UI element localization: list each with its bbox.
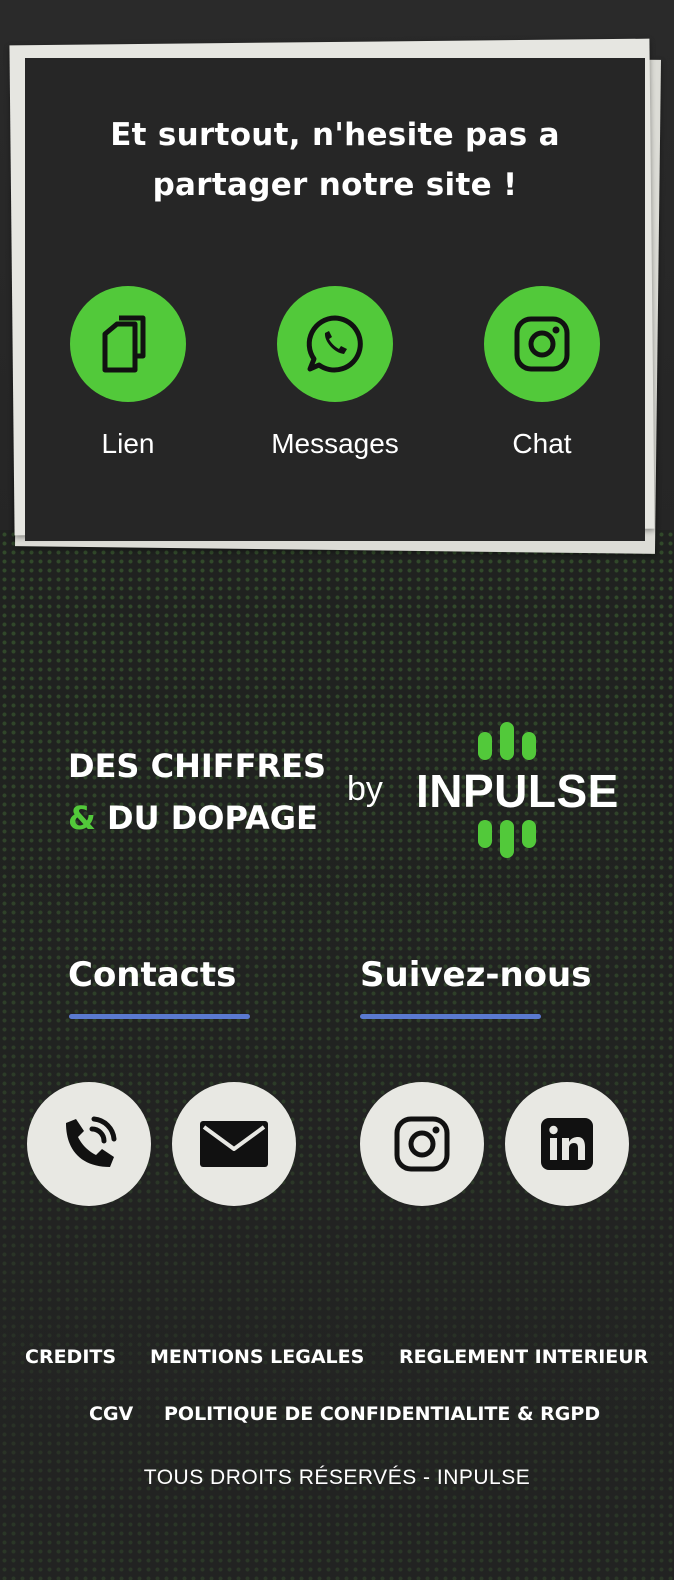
footer-link-cgv[interactable]: CGV [89, 1403, 133, 1425]
share-link-circle[interactable] [70, 286, 186, 402]
brand-line2: DU DOPAGE [107, 799, 318, 837]
copy-link-icon [102, 315, 146, 373]
share-link-button[interactable]: Lien [53, 286, 203, 460]
instagram-icon [514, 316, 570, 372]
share-chat-circle[interactable] [484, 286, 600, 402]
share-messages-circle[interactable] [277, 286, 393, 402]
follow-title: Suivez-nous [360, 955, 592, 995]
contacts-underline [69, 1014, 250, 1019]
logo-bar [478, 732, 492, 760]
footer-link-politique-confidentialite[interactable]: POLITIQUE DE CONFIDENTIALITE & RGPD [164, 1403, 600, 1425]
instagram-follow-button[interactable] [360, 1082, 484, 1206]
linkedin-icon [541, 1118, 593, 1170]
whatsapp-icon [306, 315, 363, 373]
instagram-icon [394, 1116, 450, 1172]
logo-bar [522, 732, 536, 760]
mail-icon [200, 1121, 268, 1167]
phone-icon [66, 1116, 117, 1167]
logo-bar [500, 820, 514, 858]
share-title-line2: partager notre site ! [152, 167, 518, 203]
brand-by: by [347, 770, 383, 808]
logo-bar [522, 820, 536, 848]
brand-ampersand: & [68, 799, 96, 837]
inpulse-logo[interactable]: INPULSE [416, 722, 618, 862]
phone-button[interactable] [27, 1082, 151, 1206]
logo-bar [478, 820, 492, 848]
share-chat-button[interactable]: Chat [467, 286, 617, 460]
logo-bar [500, 722, 514, 760]
copyright-text: TOUS DROITS RÉSERVÉS - INPULSE [143, 1466, 531, 1489]
footer-link-reglement-interieur[interactable]: REGLEMENT INTERIEUR [399, 1346, 648, 1368]
brand-title: DES CHIFFRES & DU DOPAGE [68, 740, 326, 844]
mail-button[interactable] [172, 1082, 296, 1206]
share-chat-label: Chat [512, 428, 572, 459]
brand-line1: DES CHIFFRES [68, 747, 327, 785]
contacts-title: Contacts [68, 955, 237, 995]
linkedin-follow-button[interactable] [505, 1082, 629, 1206]
follow-underline [360, 1014, 541, 1019]
share-title: Et surtout, n'hesite pas a partager notr… [25, 110, 645, 210]
brand-line2-row: & DU DOPAGE [68, 792, 326, 844]
share-link-label: Lien [101, 428, 155, 459]
share-title-line1: Et surtout, n'hesite pas a [110, 117, 560, 153]
footer-link-mentions-legales[interactable]: MENTIONS LEGALES [150, 1346, 364, 1368]
footer-link-credits[interactable]: CREDITS [25, 1346, 116, 1368]
share-messages-button[interactable]: Messages [260, 286, 410, 460]
inpulse-logo-text: INPULSE [416, 765, 619, 817]
share-messages-label: Messages [271, 428, 399, 459]
share-card: Et surtout, n'hesite pas a partager notr… [25, 58, 645, 541]
